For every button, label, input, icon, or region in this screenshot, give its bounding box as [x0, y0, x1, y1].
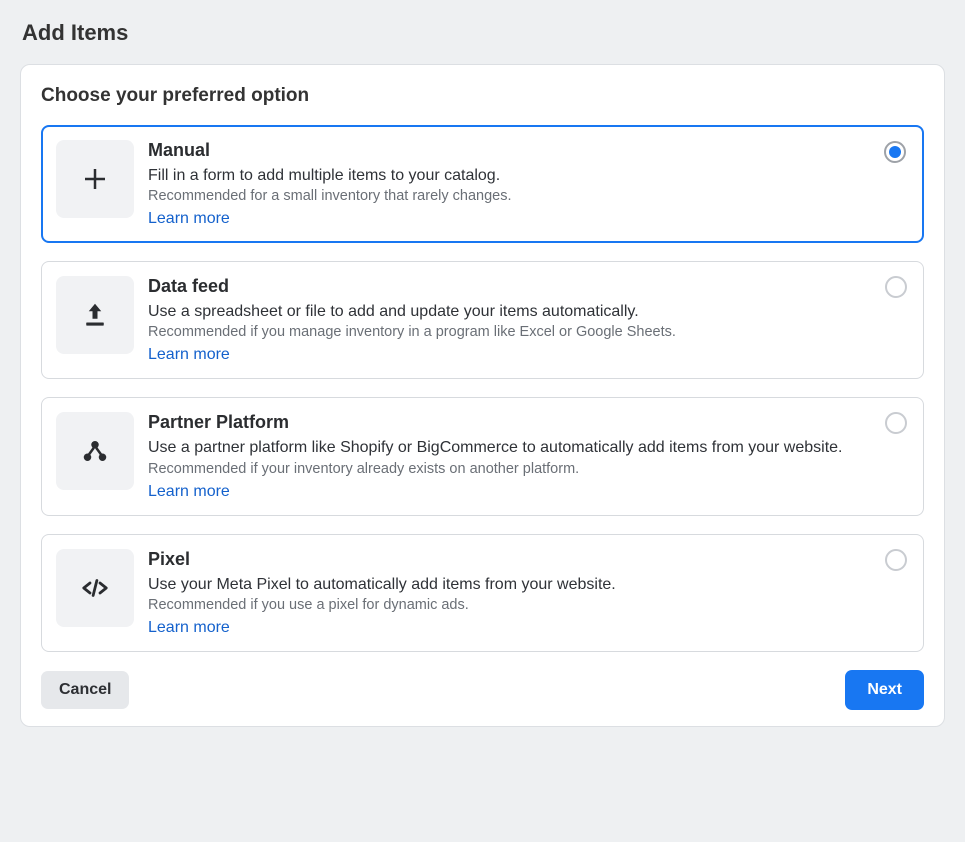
cancel-button[interactable]: Cancel	[41, 671, 129, 709]
page-title: Add Items	[22, 20, 945, 46]
option-title: Pixel	[148, 549, 867, 570]
option-recommendation: Recommended if you use a pixel for dynam…	[148, 597, 867, 613]
option-description: Use a spreadsheet or file to add and upd…	[148, 300, 867, 323]
platform-icon	[56, 412, 134, 490]
option-title: Data feed	[148, 276, 867, 297]
option-manual[interactable]: Manual Fill in a form to add multiple it…	[41, 125, 924, 243]
learn-more-link[interactable]: Learn more	[148, 483, 230, 501]
footer-actions: Cancel Next	[41, 670, 924, 710]
option-recommendation: Recommended for a small inventory that r…	[148, 188, 867, 204]
option-recommendation: Recommended if you manage inventory in a…	[148, 324, 867, 340]
upload-icon	[56, 276, 134, 354]
code-icon	[56, 549, 134, 627]
option-description: Use a partner platform like Shopify or B…	[148, 436, 867, 459]
learn-more-link[interactable]: Learn more	[148, 619, 230, 637]
option-description: Use your Meta Pixel to automatically add…	[148, 573, 867, 596]
section-title: Choose your preferred option	[41, 85, 924, 107]
radio-pixel[interactable]	[885, 549, 907, 571]
option-pixel[interactable]: Pixel Use your Meta Pixel to automatical…	[41, 534, 924, 652]
learn-more-link[interactable]: Learn more	[148, 346, 230, 364]
option-description: Fill in a form to add multiple items to …	[148, 164, 867, 187]
option-recommendation: Recommended if your inventory already ex…	[148, 461, 867, 477]
option-title: Manual	[148, 140, 867, 161]
next-button[interactable]: Next	[845, 670, 924, 710]
option-title: Partner Platform	[148, 412, 867, 433]
plus-icon	[56, 140, 134, 218]
radio-manual[interactable]	[884, 141, 906, 163]
learn-more-link[interactable]: Learn more	[148, 210, 230, 228]
option-partner-platform[interactable]: Partner Platform Use a partner platform …	[41, 397, 924, 515]
options-card: Choose your preferred option Manual Fill…	[20, 64, 945, 727]
option-data-feed[interactable]: Data feed Use a spreadsheet or file to a…	[41, 261, 924, 379]
